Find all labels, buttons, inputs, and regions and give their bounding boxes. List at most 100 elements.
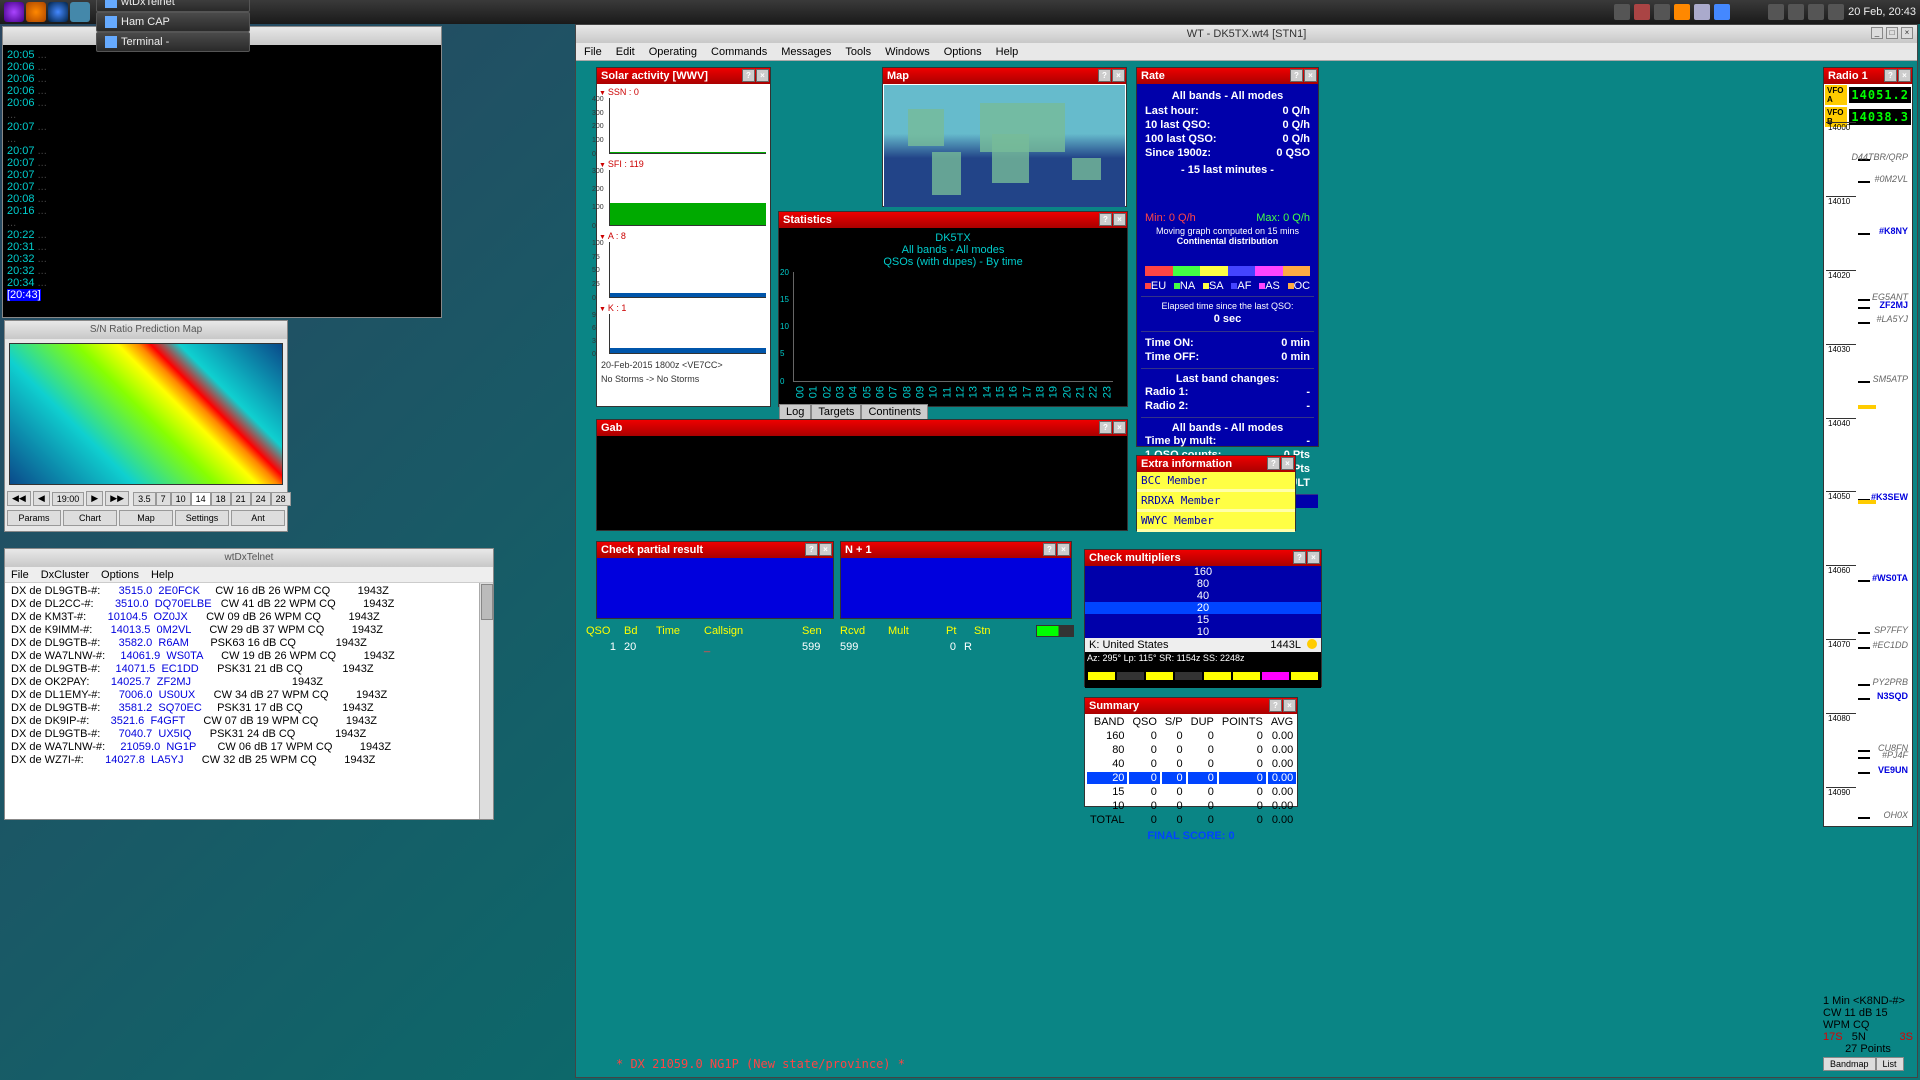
menu-dxcluster[interactable]: DxCluster [41, 569, 89, 581]
mult-band-row[interactable]: 80 [1085, 578, 1321, 590]
snr-tab-ant[interactable]: Ant [231, 510, 285, 526]
log-entry-area[interactable]: QSOBdTimeCallsignSenRcvdMultPtStn 1 20 _… [586, 625, 1076, 653]
bandmap-call[interactable]: SP7FFY [1874, 625, 1908, 635]
stats-tab-continents[interactable]: Continents [861, 404, 928, 420]
mult-band-row[interactable]: 20 [1085, 602, 1321, 614]
bandmap[interactable]: 1400014010140201403014040140501406014070… [1826, 122, 1910, 824]
world-map[interactable] [884, 85, 1125, 207]
dx-spot[interactable]: DX de WA7LNW-#: 21059.0 NG1P CW 06 dB 17… [11, 741, 487, 754]
vfo-a[interactable]: VFO A14051.2 [1824, 84, 1912, 106]
scrollbar[interactable] [479, 583, 493, 819]
mail-icon[interactable] [70, 2, 90, 22]
tray-icon[interactable] [1714, 4, 1730, 20]
help-button[interactable]: ? [1099, 213, 1112, 226]
tray-icon[interactable] [1654, 4, 1670, 20]
dx-spot[interactable]: DX de DL2CC-#: 3510.0 DQ70ELBE CW 41 dB … [11, 598, 487, 611]
band-button[interactable]: 18 [211, 492, 231, 506]
bandmap-call[interactable]: #EC1DD [1872, 640, 1908, 650]
check-partial-title[interactable]: Check partial result?× [597, 542, 833, 558]
taskbar-item[interactable]: Ham CAP [96, 12, 250, 32]
menu-options[interactable]: Options [944, 46, 982, 58]
tray-icon[interactable] [1634, 4, 1650, 20]
solar-title[interactable]: Solar activity [WWV]?× [597, 68, 770, 84]
dx-spot[interactable]: DX de DL9GTB-#: 14071.5 EC1DD PSK31 21 d… [11, 663, 487, 676]
menu-commands[interactable]: Commands [711, 46, 767, 58]
rate-title[interactable]: Rate?× [1137, 68, 1318, 84]
summary-row[interactable]: 1000000.00 [1087, 800, 1296, 812]
help-button[interactable]: ? [1043, 543, 1056, 556]
next-button[interactable]: ▶ [86, 491, 103, 506]
snr-tab-chart[interactable]: Chart [63, 510, 117, 526]
radio-tab-list[interactable]: List [1876, 1057, 1904, 1071]
volume-icon[interactable] [1788, 4, 1804, 20]
help-button[interactable]: ? [1267, 457, 1280, 470]
globe-icon[interactable] [48, 2, 68, 22]
menu-edit[interactable]: Edit [616, 46, 635, 58]
close-button[interactable]: × [1057, 543, 1070, 556]
band-button[interactable]: 28 [271, 492, 291, 506]
tray-icon[interactable] [1674, 4, 1690, 20]
help-button[interactable]: ? [1099, 421, 1112, 434]
tray-icon[interactable] [1614, 4, 1630, 20]
close-button[interactable]: × [1283, 699, 1296, 712]
bandmap-call[interactable]: D44TBR/QRP [1851, 152, 1908, 162]
tray-icon[interactable] [1694, 4, 1710, 20]
mult-band-row[interactable]: 15 [1085, 614, 1321, 626]
bandmap-call[interactable]: #PJ4F [1882, 750, 1908, 760]
snr-tab-settings[interactable]: Settings [175, 510, 229, 526]
help-button[interactable]: ? [1098, 69, 1111, 82]
bandmap-call[interactable]: PY2PRB [1872, 677, 1908, 687]
bandmap-call[interactable]: OH0X [1883, 810, 1908, 820]
band-button[interactable]: 3.5 [133, 492, 156, 506]
menu-help[interactable]: Help [151, 569, 174, 581]
taskbar-item[interactable]: wtDxTelnet [96, 0, 250, 12]
dx-spot[interactable]: DX de DL9GTB-#: 3581.2 SQ70EC PSK31 17 d… [11, 702, 487, 715]
close-button[interactable]: × [1307, 551, 1320, 564]
close-button[interactable]: × [1304, 69, 1317, 82]
checkmult-title[interactable]: Check multipliers?× [1085, 550, 1321, 566]
close-button[interactable]: × [756, 69, 769, 82]
help-button[interactable]: ? [1884, 69, 1897, 82]
dx-spot[interactable]: DX de DL9GTB-#: 7040.7 UX5IQ PSK31 24 dB… [11, 728, 487, 741]
close-button[interactable]: × [819, 543, 832, 556]
radio1-title[interactable]: Radio 1?× [1824, 68, 1912, 84]
bandmap-call[interactable]: #WS0TA [1872, 573, 1908, 583]
updown-icon[interactable] [1768, 4, 1784, 20]
band-button[interactable]: 10 [171, 492, 191, 506]
radio-tab-bandmap[interactable]: Bandmap [1823, 1057, 1876, 1071]
close-button[interactable]: × [1898, 69, 1911, 82]
snratio-map[interactable] [9, 343, 283, 485]
help-button[interactable]: ? [1290, 69, 1303, 82]
prev-prev-button[interactable]: ◀◀ [7, 491, 31, 506]
menu-options[interactable]: Options [101, 569, 139, 581]
mult-band-row[interactable]: 160 [1085, 566, 1321, 578]
menu-tools[interactable]: Tools [845, 46, 871, 58]
close-button[interactable]: × [1113, 421, 1126, 434]
snr-tab-params[interactable]: Params [7, 510, 61, 526]
menu-file[interactable]: File [11, 569, 29, 581]
summary-title[interactable]: Summary?× [1085, 698, 1297, 714]
dx-spot[interactable]: DX de KM3T-#: 10104.5 OZ0JX CW 09 dB 26 … [11, 611, 487, 624]
summary-row[interactable]: 1500000.00 [1087, 786, 1296, 798]
gab-title[interactable]: Gab?× [597, 420, 1127, 436]
clock[interactable]: 20 Feb, 20:43 [1848, 6, 1916, 18]
firefox-icon[interactable] [26, 2, 46, 22]
help-button[interactable]: ? [742, 69, 755, 82]
bandmap-call[interactable]: SM5ATP [1873, 374, 1908, 384]
close-button[interactable]: × [1281, 457, 1294, 470]
dx-spot[interactable]: DX de DK9IP-#: 3521.6 F4GFT CW 07 dB 19 … [11, 715, 487, 728]
map-title[interactable]: Map?× [883, 68, 1126, 84]
mult-band-row[interactable]: 10 [1085, 626, 1321, 638]
band-button[interactable]: 24 [251, 492, 271, 506]
close-button[interactable]: × [1113, 213, 1126, 226]
snr-tab-map[interactable]: Map [119, 510, 173, 526]
maximize-button[interactable]: □ [1886, 27, 1898, 39]
menu-messages[interactable]: Messages [781, 46, 831, 58]
close-button[interactable]: × [1112, 69, 1125, 82]
bandmap-call[interactable]: #LA5YJ [1876, 314, 1908, 324]
menu-windows[interactable]: Windows [885, 46, 930, 58]
help-button[interactable]: ? [805, 543, 818, 556]
dx-spot[interactable]: DX de DL1EMY-#: 7006.0 US0UX CW 34 dB 27… [11, 689, 487, 702]
summary-row[interactable]: 4000000.00 [1087, 758, 1296, 770]
bandmap-call[interactable]: ZF2MJ [1879, 300, 1908, 310]
